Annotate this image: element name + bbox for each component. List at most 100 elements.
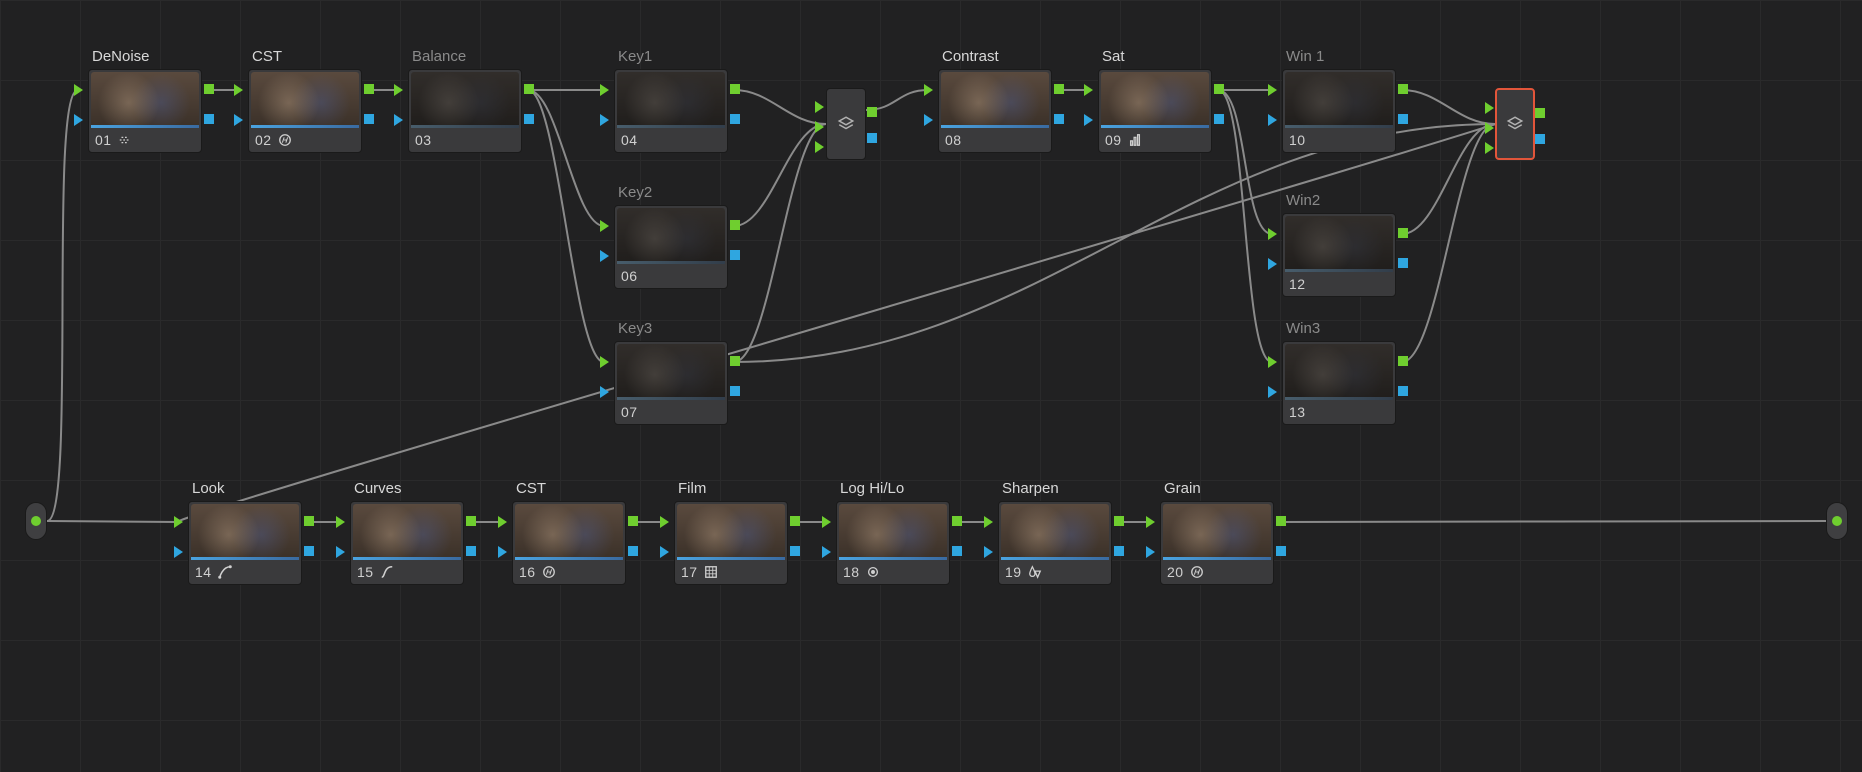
color-node[interactable]: Win 1 10 — [1282, 48, 1396, 153]
rgb-out-port[interactable] — [730, 84, 740, 94]
rgb-out-port[interactable] — [1398, 228, 1408, 238]
key-out-port[interactable] — [1398, 114, 1408, 124]
rgb-out-port[interactable] — [364, 84, 374, 94]
rgb-in-port[interactable] — [1485, 142, 1494, 154]
key-out-port[interactable] — [867, 133, 877, 143]
rgb-in-port[interactable] — [822, 516, 831, 528]
key-out-port[interactable] — [1398, 258, 1408, 268]
key-in-port[interactable] — [600, 250, 609, 262]
rgb-in-port[interactable] — [1268, 356, 1277, 368]
key-out-port[interactable] — [1114, 546, 1124, 556]
rgb-in-port[interactable] — [600, 220, 609, 232]
key-in-port[interactable] — [600, 114, 609, 126]
layer-mixer[interactable] — [826, 88, 866, 160]
key-out-port[interactable] — [524, 114, 534, 124]
rgb-out-port[interactable] — [524, 84, 534, 94]
node-body[interactable]: 03 — [408, 69, 522, 153]
rgb-in-port[interactable] — [336, 516, 345, 528]
key-in-port[interactable] — [600, 386, 609, 398]
key-out-port[interactable] — [466, 546, 476, 556]
key-in-port[interactable] — [1084, 114, 1093, 126]
node-body[interactable]: 08 — [938, 69, 1052, 153]
rgb-out-port[interactable] — [204, 84, 214, 94]
node-body[interactable]: 15 — [350, 501, 464, 585]
color-node[interactable]: Curves 15 — [350, 480, 464, 585]
node-body[interactable]: 09 — [1098, 69, 1212, 153]
color-node[interactable]: Look 14 — [188, 480, 302, 585]
color-node[interactable]: Balance 03 — [408, 48, 522, 153]
rgb-in-port[interactable] — [600, 84, 609, 96]
rgb-out-port[interactable] — [1535, 108, 1545, 118]
node-body[interactable]: 17 — [674, 501, 788, 585]
key-out-port[interactable] — [730, 386, 740, 396]
node-body[interactable]: 20 — [1160, 501, 1274, 585]
node-body[interactable]: 04 — [614, 69, 728, 153]
node-body[interactable]: 06 — [614, 205, 728, 289]
key-in-port[interactable] — [1268, 114, 1277, 126]
graph-output[interactable] — [1826, 502, 1848, 540]
graph-input[interactable] — [25, 502, 47, 540]
key-in-port[interactable] — [174, 546, 183, 558]
rgb-in-port[interactable] — [394, 84, 403, 96]
key-in-port[interactable] — [336, 546, 345, 558]
rgb-in-port[interactable] — [815, 121, 824, 133]
rgb-in-port[interactable] — [924, 84, 933, 96]
rgb-out-port[interactable] — [867, 107, 877, 117]
rgb-in-port[interactable] — [815, 141, 824, 153]
node-body[interactable]: 14 — [188, 501, 302, 585]
color-node[interactable]: DeNoise 01 — [88, 48, 202, 153]
key-out-port[interactable] — [730, 114, 740, 124]
key-out-port[interactable] — [1054, 114, 1064, 124]
key-in-port[interactable] — [1268, 258, 1277, 270]
node-body[interactable]: 10 — [1282, 69, 1396, 153]
rgb-out-port[interactable] — [1276, 516, 1286, 526]
key-in-port[interactable] — [498, 546, 507, 558]
rgb-out-port[interactable] — [952, 516, 962, 526]
key-in-port[interactable] — [660, 546, 669, 558]
rgb-out-port[interactable] — [628, 516, 638, 526]
key-out-port[interactable] — [304, 546, 314, 556]
rgb-in-port[interactable] — [984, 516, 993, 528]
key-out-port[interactable] — [1398, 386, 1408, 396]
key-out-port[interactable] — [952, 546, 962, 556]
rgb-in-port[interactable] — [1084, 84, 1093, 96]
rgb-out-port[interactable] — [730, 220, 740, 230]
node-body[interactable]: 16 — [512, 501, 626, 585]
node-body[interactable]: 02 — [248, 69, 362, 153]
rgb-in-port[interactable] — [234, 84, 243, 96]
key-in-port[interactable] — [822, 546, 831, 558]
key-in-port[interactable] — [984, 546, 993, 558]
rgb-in-port[interactable] — [1268, 228, 1277, 240]
key-out-port[interactable] — [1214, 114, 1224, 124]
rgb-out-port[interactable] — [1398, 356, 1408, 366]
rgb-in-port[interactable] — [600, 356, 609, 368]
node-body[interactable]: 12 — [1282, 213, 1396, 297]
rgb-in-port[interactable] — [1268, 84, 1277, 96]
key-in-port[interactable] — [234, 114, 243, 126]
rgb-out-port[interactable] — [1114, 516, 1124, 526]
key-in-port[interactable] — [1268, 386, 1277, 398]
node-body[interactable]: 19 — [998, 501, 1112, 585]
key-out-port[interactable] — [1276, 546, 1286, 556]
color-node[interactable]: Key3 07 — [614, 320, 728, 425]
rgb-out-port[interactable] — [1054, 84, 1064, 94]
rgb-in-port[interactable] — [174, 516, 183, 528]
rgb-in-port[interactable] — [498, 516, 507, 528]
rgb-out-port[interactable] — [466, 516, 476, 526]
color-node[interactable]: Sat 09 — [1098, 48, 1212, 153]
key-out-port[interactable] — [364, 114, 374, 124]
color-node[interactable]: Win3 13 — [1282, 320, 1396, 425]
rgb-in-port[interactable] — [660, 516, 669, 528]
key-in-port[interactable] — [1146, 546, 1155, 558]
color-node[interactable]: CST 02 — [248, 48, 362, 153]
layer-mixer-selected[interactable] — [1495, 88, 1535, 160]
node-body[interactable]: 18 — [836, 501, 950, 585]
color-node[interactable]: Film 17 — [674, 480, 788, 585]
color-node[interactable]: Log Hi/Lo 18 — [836, 480, 950, 585]
rgb-in-port[interactable] — [815, 101, 824, 113]
rgb-out-port[interactable] — [730, 356, 740, 366]
color-node[interactable]: Grain 20 — [1160, 480, 1274, 585]
color-node[interactable]: CST 16 — [512, 480, 626, 585]
key-out-port[interactable] — [1535, 134, 1545, 144]
rgb-out-port[interactable] — [304, 516, 314, 526]
